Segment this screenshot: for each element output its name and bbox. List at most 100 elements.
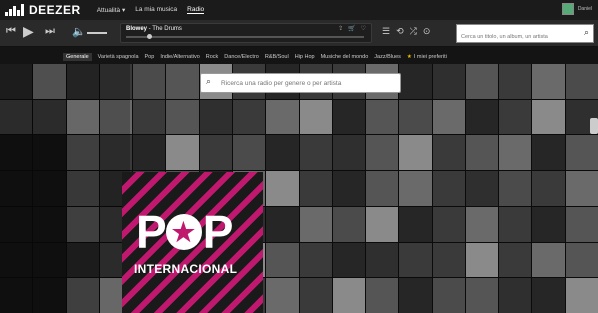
tab-world[interactable]: Musiche del mondo [321,54,369,60]
artist-radio-tile[interactable] [366,242,399,278]
tab-jazz[interactable]: Jazz/Blues [374,54,401,60]
artist-radio-tile[interactable] [565,206,598,242]
artist-radio-tile[interactable] [432,99,465,135]
artist-radio-tile[interactable] [366,171,399,206]
artist-radio-tile[interactable] [532,278,565,313]
share-icon[interactable]: ⇪ [338,25,343,32]
artist-radio-tile[interactable] [565,171,598,206]
artist-radio-tile[interactable] [532,99,565,135]
search-icon[interactable]: ⌕ [584,27,589,38]
artist-radio-tile[interactable] [532,64,565,99]
artist-radio-tile[interactable] [332,278,366,313]
artist-radio-tile[interactable] [299,278,332,313]
tab-favorites[interactable]: ★ I miei preferiti [407,54,447,60]
nav-item-my-music[interactable]: La mia musica [135,6,177,14]
artist-radio-tile[interactable] [266,242,299,278]
scroll-handle[interactable] [590,118,598,134]
artist-radio-tile[interactable] [565,64,598,99]
artist-radio-tile[interactable] [266,278,299,313]
artist-radio-tile[interactable] [399,278,432,313]
artist-radio-tile[interactable] [532,135,565,171]
artist-radio-tile[interactable] [432,171,465,206]
artist-radio-tile[interactable] [532,206,565,242]
artist-radio-tile[interactable] [499,206,532,242]
artist-radio-tile[interactable] [366,135,399,171]
artist-radio-tile[interactable] [432,206,465,242]
shuffle-icon[interactable]: ⤮ [410,26,417,37]
artist-radio-tile[interactable] [166,99,199,135]
artist-radio-tile[interactable] [465,171,499,206]
artist-radio-tile[interactable] [133,135,166,171]
artist-radio-tile[interactable] [565,242,598,278]
deezer-logo[interactable]: DEEZER [5,3,81,17]
tab-dance[interactable]: Dance/Electro [224,54,259,60]
volume-icon[interactable]: 🔈 [72,25,86,38]
artist-radio-tile[interactable] [465,278,499,313]
search-input[interactable] [457,29,577,45]
artist-radio-tile[interactable] [399,99,432,135]
artist-radio-tile[interactable] [366,99,399,135]
artist-radio-tile[interactable] [432,242,465,278]
artist-radio-tile[interactable] [332,135,366,171]
artist-radio-tile[interactable] [266,206,299,242]
artist-radio-tile[interactable] [432,64,465,99]
artist-radio-tile[interactable] [399,206,432,242]
previous-icon[interactable]: ⏮ [6,25,16,38]
tab-indie[interactable]: Indie/Alternativo [160,54,199,60]
radio-search-input[interactable] [219,76,398,91]
repeat-icon[interactable]: ⟲ [396,26,404,37]
volume-slider[interactable] [87,32,107,34]
artist-radio-tile[interactable] [499,242,532,278]
artist-radio-tile[interactable] [366,206,399,242]
artist-radio-tile[interactable] [465,242,499,278]
artist-radio-tile[interactable] [399,135,432,171]
artist-radio-tile[interactable] [299,206,332,242]
artist-radio-tile[interactable] [166,64,199,99]
artist-radio-tile[interactable] [399,242,432,278]
artist-radio-tile[interactable] [232,135,266,171]
artist-radio-tile[interactable] [299,99,332,135]
artist-radio-tile[interactable] [499,64,532,99]
artist-radio-tile[interactable] [465,99,499,135]
artist-radio-tile[interactable] [499,135,532,171]
artist-radio-tile[interactable] [266,171,299,206]
artist-radio-tile[interactable] [565,278,598,313]
artist-radio-tile[interactable] [532,242,565,278]
tab-rock[interactable]: Rock [206,54,219,60]
artist-radio-tile[interactable] [499,278,532,313]
artist-radio-tile[interactable] [432,135,465,171]
next-icon[interactable]: ⏭ [45,25,55,38]
artist-radio-tile[interactable] [399,171,432,206]
progress-bar[interactable] [126,34,364,39]
heart-icon[interactable]: ♡ [361,25,366,32]
artist-radio-tile[interactable] [465,206,499,242]
artist-radio-tile[interactable] [399,64,432,99]
artist-radio-tile[interactable] [565,135,598,171]
artist-radio-tile[interactable] [465,135,499,171]
artist-radio-tile[interactable] [133,64,166,99]
tab-general[interactable]: Generale [63,53,92,61]
artist-radio-tile[interactable] [199,135,232,171]
tab-spanish-variety[interactable]: Varietà spagnola [98,54,139,60]
artist-radio-tile[interactable] [366,278,399,313]
user-menu[interactable]: Daniel [561,3,592,15]
artist-radio-tile[interactable] [299,135,332,171]
artist-radio-tile[interactable] [499,99,532,135]
artist-radio-tile[interactable] [465,64,499,99]
nav-item-news[interactable]: Attualità ▾ [97,6,126,14]
artist-radio-tile[interactable] [332,99,366,135]
artist-radio-tile[interactable] [499,171,532,206]
artist-radio-tile[interactable] [532,171,565,206]
cart-icon[interactable]: 🛒 [348,25,355,32]
artist-radio-tile[interactable] [199,99,232,135]
artist-radio-tile[interactable] [332,242,366,278]
artist-radio-tile[interactable] [332,206,366,242]
artist-radio-tile[interactable] [266,99,299,135]
artist-radio-tile[interactable] [299,242,332,278]
broadcast-icon[interactable]: ⊙ [423,26,431,37]
artist-radio-tile[interactable] [299,171,332,206]
tab-hiphop[interactable]: Hip Hop [295,54,315,60]
artist-radio-tile[interactable] [432,278,465,313]
progress-knob[interactable] [147,34,153,39]
artist-radio-tile[interactable] [332,171,366,206]
